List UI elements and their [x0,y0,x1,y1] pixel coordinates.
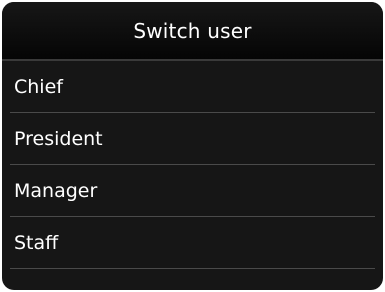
panel-screen: Switch user Chief President Manager Staf… [2,2,383,290]
user-item-manager[interactable]: Manager [10,165,375,217]
user-item-chief[interactable]: Chief [10,61,375,113]
screen-title: Switch user [133,18,252,43]
user-item-staff[interactable]: Staff [10,217,375,269]
user-list: Chief President Manager Staff [2,61,383,269]
user-item-label: President [14,127,103,150]
user-item-label: Chief [14,75,63,98]
user-item-label: Manager [14,179,98,202]
title-bar: Switch user [2,2,383,61]
user-item-president[interactable]: President [10,113,375,165]
user-item-label: Staff [14,231,59,254]
